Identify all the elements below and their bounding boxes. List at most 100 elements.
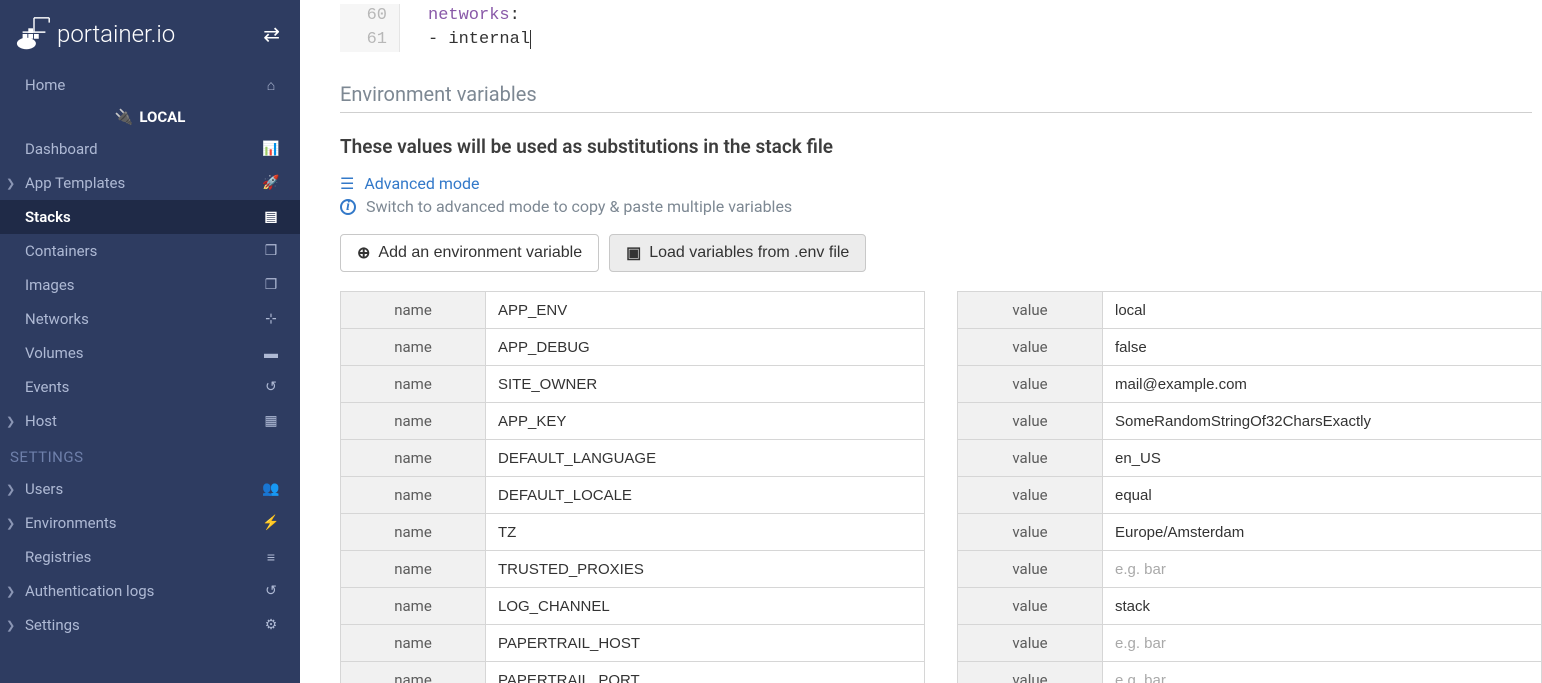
rocket-icon: 🚀	[262, 175, 280, 191]
sidebar-item-containers[interactable]: Containers ❒	[0, 234, 300, 268]
code-editor[interactable]: 60 61 networks: - internal	[340, 0, 1542, 52]
sidebar-item-label: Host	[25, 412, 57, 430]
sidebar-item-label: Environments	[25, 514, 117, 532]
env-name-input[interactable]	[486, 329, 924, 365]
sidebar-item-host[interactable]: ❯Host▦	[0, 404, 300, 438]
env-value-input[interactable]	[1103, 329, 1541, 365]
sidebar-item-home[interactable]: Home ⌂	[0, 68, 300, 102]
chevron-right-icon: ❯	[6, 585, 15, 598]
env-value-cell: value	[957, 661, 1542, 683]
env-name-input[interactable]	[486, 514, 924, 550]
sidebar-item-authentication-logs[interactable]: ❯Authentication logs↺	[0, 574, 300, 608]
sidebar-item-label: Users	[25, 480, 63, 498]
settings-header: SETTINGS	[0, 438, 300, 472]
env-name-input[interactable]	[486, 588, 924, 624]
env-section-title: Environment variables	[340, 82, 1532, 113]
env-value-input[interactable]	[1103, 366, 1541, 402]
env-name-cell: name	[340, 624, 925, 662]
advanced-mode-link[interactable]: Advanced mode	[364, 174, 479, 193]
sidebar-item-events[interactable]: Events↺	[0, 370, 300, 404]
brand-logo[interactable]: portainer.io	[15, 15, 175, 53]
plus-circle-icon: ⊕	[357, 243, 370, 263]
users-icon: 👥	[262, 481, 280, 497]
chevron-right-icon: ❯	[6, 177, 15, 190]
clone-icon: ❐	[262, 277, 280, 293]
env-name-label: name	[341, 329, 486, 365]
env-name-input[interactable]	[486, 662, 924, 683]
env-name-cell: name	[340, 661, 925, 683]
advanced-hint: Switch to advanced mode to copy & paste …	[366, 197, 792, 216]
env-section-sub: These values will be used as substitutio…	[340, 135, 1542, 158]
sidebar-item-label: Stacks	[25, 208, 71, 226]
env-name-input[interactable]	[486, 292, 924, 328]
main-content: 60 61 networks: - internal Environment v…	[300, 0, 1542, 683]
env-value-label: value	[958, 551, 1103, 587]
sidebar-item-environments[interactable]: ❯Environments⚡	[0, 506, 300, 540]
env-name-input[interactable]	[486, 440, 924, 476]
env-value-cell: value	[957, 624, 1542, 662]
env-name-input[interactable]	[486, 477, 924, 513]
env-name-label: name	[341, 366, 486, 402]
sidebar-item-volumes[interactable]: Volumes▬	[0, 336, 300, 370]
env-value-input[interactable]	[1103, 477, 1541, 513]
sidebar-item-settings[interactable]: ❯Settings⚙	[0, 608, 300, 642]
env-value-input[interactable]	[1103, 551, 1541, 587]
env-name-input[interactable]	[486, 366, 924, 402]
history-icon: ↺	[262, 379, 280, 395]
load-env-file-button[interactable]: ▣ Load variables from .env file	[609, 234, 866, 272]
env-value-cell: value	[957, 291, 1542, 329]
cubes-icon: ❒	[262, 243, 280, 259]
env-value-cell: value	[957, 402, 1542, 440]
env-name-input[interactable]	[486, 551, 924, 587]
env-value-input[interactable]	[1103, 514, 1541, 550]
env-value-label: value	[958, 625, 1103, 661]
env-value-label: value	[958, 662, 1103, 683]
plug-icon: 🔌	[115, 108, 134, 126]
env-value-input[interactable]	[1103, 292, 1541, 328]
info-icon: i	[340, 199, 356, 215]
sidebar-item-users[interactable]: ❯Users👥	[0, 472, 300, 506]
env-value-input[interactable]	[1103, 662, 1541, 683]
sidebar-collapse-icon[interactable]: ⇄	[263, 22, 280, 46]
hdd-icon: ▬	[262, 345, 280, 362]
dashboard-icon: 📊	[262, 141, 280, 157]
env-value-input[interactable]	[1103, 440, 1541, 476]
env-name-label: name	[341, 440, 486, 476]
cogs-icon: ⚙	[262, 617, 280, 633]
env-name-cell: name	[340, 402, 925, 440]
sidebar-item-label: Containers	[25, 242, 97, 260]
sidebar-item-app-templates[interactable]: ❯App Templates🚀	[0, 166, 300, 200]
env-name-label: name	[341, 514, 486, 550]
gutter: 60 61	[340, 4, 400, 52]
env-name-label: name	[341, 551, 486, 587]
sidebar: portainer.io ⇄ Home ⌂ 🔌 LOCAL Dashboard 📊…	[0, 0, 300, 683]
env-value-cell: value	[957, 476, 1542, 514]
env-value-input[interactable]	[1103, 403, 1541, 439]
env-name-input[interactable]	[486, 403, 924, 439]
sidebar-item-images[interactable]: Images❐	[0, 268, 300, 302]
env-name-cell: name	[340, 365, 925, 403]
sidebar-item-label: Authentication logs	[25, 582, 154, 600]
env-value-cell: value	[957, 587, 1542, 625]
env-name-input[interactable]	[486, 625, 924, 661]
env-value-cell: value	[957, 365, 1542, 403]
chevron-right-icon: ❯	[6, 415, 15, 428]
env-value-label: value	[958, 403, 1103, 439]
sidebar-item-dashboard[interactable]: Dashboard 📊	[0, 132, 300, 166]
sidebar-item-label: Settings	[25, 616, 80, 634]
sidebar-item-stacks[interactable]: Stacks ▤	[0, 200, 300, 234]
env-value-input[interactable]	[1103, 625, 1541, 661]
th-list-icon: ▤	[262, 209, 280, 225]
home-icon: ⌂	[262, 77, 280, 94]
env-value-input[interactable]	[1103, 588, 1541, 624]
sidebar-item-label: Registries	[25, 548, 91, 566]
sidebar-item-registries[interactable]: Registries≡	[0, 540, 300, 574]
sidebar-item-networks[interactable]: Networks⊹	[0, 302, 300, 336]
sitemap-icon: ⊹	[262, 311, 280, 327]
env-name-cell: name	[340, 328, 925, 366]
endpoint-selector[interactable]: 🔌 LOCAL	[0, 102, 300, 132]
add-env-var-button[interactable]: ⊕ Add an environment variable	[340, 234, 599, 272]
env-value-label: value	[958, 514, 1103, 550]
sidebar-item-label: Dashboard	[25, 140, 98, 158]
env-value-cell: value	[957, 328, 1542, 366]
